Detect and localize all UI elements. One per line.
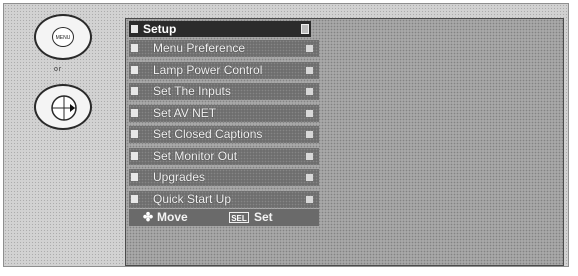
submenu-arrow-icon <box>306 131 313 138</box>
menu-item-label: Upgrades <box>153 170 206 184</box>
setup-title-bar: Setup <box>129 21 311 37</box>
page-title: Setup <box>143 22 177 36</box>
submenu-arrow-icon <box>306 66 313 74</box>
move-arrows-icon: ✤ <box>143 210 154 224</box>
menu-item-quick-start-up[interactable]: Quick Start Up <box>129 190 319 208</box>
bullet-icon <box>131 108 138 117</box>
title-bullet-icon <box>131 25 138 33</box>
menu-item-set-the-inputs[interactable]: Set The Inputs <box>129 83 319 100</box>
submenu-arrow-icon <box>306 174 313 181</box>
submenu-arrow-icon <box>306 152 313 160</box>
menu-footer-hints: ✤ Move SEL Set <box>129 209 319 226</box>
menu-item-label: Menu Preference <box>153 41 246 55</box>
submenu-arrow-icon <box>306 195 313 203</box>
move-hint-label: Move <box>157 210 188 224</box>
menu-button-icon: MENU <box>52 27 74 47</box>
menu-item-set-monitor-out[interactable]: Set Monitor Out <box>129 147 319 165</box>
menu-item-set-closed-captions[interactable]: Set Closed Captions <box>129 126 319 143</box>
submenu-arrow-icon <box>306 109 313 117</box>
menu-item-label: Set The Inputs <box>153 84 231 98</box>
menu-item-label: Set Monitor Out <box>153 148 238 163</box>
menu-item-set-av-net[interactable]: Set AV NET <box>129 104 319 122</box>
bullet-icon <box>131 151 138 160</box>
remote-menu-button[interactable]: MENU <box>34 14 92 60</box>
menu-item-label: Set Closed Captions <box>153 127 263 141</box>
remote-nav-button[interactable] <box>34 84 92 130</box>
nav-pad-icon <box>51 95 77 121</box>
title-end-icon <box>301 24 309 34</box>
setup-menu-list: Menu Preference Lamp Power Control Set T… <box>129 40 319 212</box>
menu-item-lamp-power-control[interactable]: Lamp Power Control <box>129 61 319 79</box>
bullet-icon <box>131 130 138 138</box>
menu-item-upgrades[interactable]: Upgrades <box>129 169 319 186</box>
or-separator: or <box>54 66 63 73</box>
submenu-arrow-icon <box>306 88 313 95</box>
menu-item-label: Set AV NET <box>153 105 217 120</box>
bullet-icon <box>131 65 138 74</box>
bullet-icon <box>131 194 138 203</box>
set-hint-label: Set <box>254 210 273 224</box>
menu-item-menu-preference[interactable]: Menu Preference <box>129 40 319 57</box>
menu-item-label: Quick Start Up <box>153 191 232 206</box>
submenu-arrow-icon <box>306 45 313 52</box>
menu-item-label: Lamp Power Control <box>153 62 263 77</box>
bullet-icon <box>131 44 138 52</box>
bullet-icon <box>131 173 138 181</box>
select-key-icon: SEL <box>229 212 249 223</box>
bullet-icon <box>131 87 138 95</box>
